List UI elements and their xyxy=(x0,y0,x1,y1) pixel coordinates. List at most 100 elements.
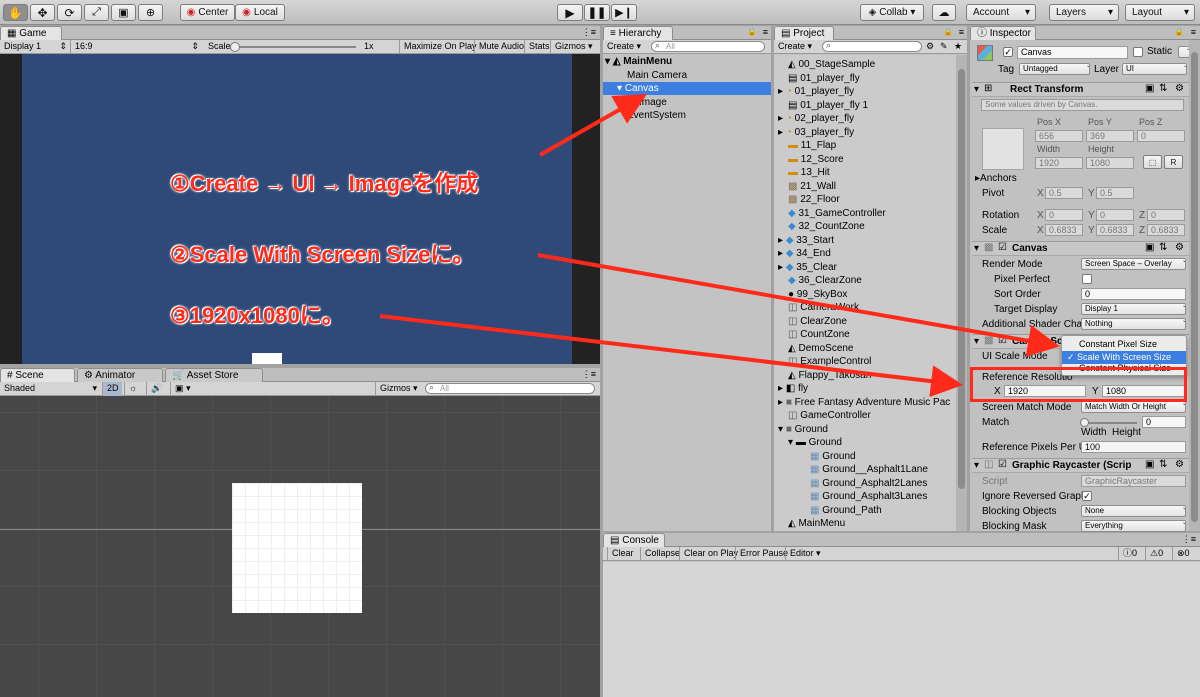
favorite-icon[interactable]: ★ xyxy=(954,41,962,52)
hierarchy-item-eventsystem[interactable]: EventSystem xyxy=(627,109,686,122)
shading-mode-dropdown[interactable]: Shaded ▾ xyxy=(0,382,100,396)
project-item[interactable]: ◭ 00_StageSample xyxy=(788,58,875,71)
2d-toggle[interactable]: 2D xyxy=(102,382,122,396)
pause-button[interactable]: ❚❚ xyxy=(584,4,610,21)
project-item[interactable]: ▬ 12_Score xyxy=(788,153,844,166)
raw-edit-button[interactable]: R xyxy=(1164,155,1183,169)
static-checkbox[interactable] xyxy=(1133,47,1143,57)
tab-scene[interactable]: # Scene xyxy=(0,368,75,382)
help-icon[interactable]: ▣ xyxy=(1145,242,1154,253)
project-item[interactable]: ▸ ◧ fly xyxy=(778,382,808,395)
settings-gear-icon[interactable]: ⚙ xyxy=(1175,242,1184,253)
aspect-select[interactable]: 16:9 ⇕ xyxy=(70,40,202,54)
panel-menu-icon[interactable]: ≡ xyxy=(1191,27,1196,37)
hierarchy-search-input[interactable]: All xyxy=(651,41,765,52)
option-constant-pixel-size[interactable]: Constant Pixel Size xyxy=(1062,338,1186,351)
project-item[interactable]: ▾ ▬ Ground xyxy=(788,436,842,449)
project-item[interactable]: ▦ Ground_Asphalt3Lanes xyxy=(810,490,927,503)
rect-transform-header[interactable]: ▾ ⊞ Rect Transform ▣ ⇅ ⚙ xyxy=(972,82,1190,97)
scale-slider-thumb[interactable] xyxy=(230,42,240,52)
match-slider-thumb[interactable] xyxy=(1080,418,1089,427)
project-item[interactable]: ▸ ◔ 03_player_fly xyxy=(778,126,854,139)
project-item[interactable]: ◆ 32_CountZone xyxy=(788,220,865,233)
pixel-perfect-checkbox[interactable] xyxy=(1082,274,1092,284)
object-name-field[interactable]: Canvas xyxy=(1017,46,1128,59)
blocking-mask-dropdown[interactable]: Everything xyxy=(1081,520,1186,532)
preset-icon[interactable]: ⇅ xyxy=(1159,83,1167,94)
scene-image-object[interactable] xyxy=(232,483,362,613)
console-collapse-toggle[interactable]: Collapse xyxy=(640,547,680,561)
hierarchy-item-main-camera[interactable]: Main Camera xyxy=(627,69,687,82)
sort-order-field[interactable]: 0 xyxy=(1081,288,1186,300)
tag-dropdown[interactable]: Untagged xyxy=(1019,63,1090,75)
project-create-dropdown[interactable]: Create ▾ xyxy=(774,40,818,54)
project-item[interactable]: ▸ ◆ 33_Start xyxy=(778,234,834,247)
help-icon[interactable]: ▣ xyxy=(1145,459,1154,470)
project-item[interactable]: ◫ ClearZone xyxy=(788,315,847,328)
pivot-center-button[interactable]: ◉ Center xyxy=(180,4,235,21)
enable-checkbox-icon[interactable]: ☑ xyxy=(998,459,1007,470)
effects-dropdown[interactable]: ▣ ▾ xyxy=(170,382,202,396)
project-item[interactable]: ◆ 31_GameController xyxy=(788,207,886,220)
project-item[interactable]: ◭ MainMenu xyxy=(788,517,845,530)
hierarchy-item-image[interactable]: Image xyxy=(639,96,667,109)
lock-icon[interactable]: 🔒 xyxy=(943,27,953,36)
move-tool-button[interactable]: ✥ xyxy=(30,4,55,21)
lock-icon[interactable]: 🔒 xyxy=(747,27,757,36)
match-value-field[interactable]: 0 xyxy=(1142,416,1186,428)
project-item[interactable]: ◫ CameraWork xyxy=(788,301,859,314)
transform-tool-button[interactable]: ⊕ xyxy=(138,4,163,21)
project-item[interactable]: ◫ ExampleControl xyxy=(788,355,871,368)
console-clear-button[interactable]: Clear xyxy=(607,547,635,561)
project-item[interactable]: ▸ ■ Free Fantasy Adventure Music Pac xyxy=(778,396,950,409)
hierarchy-item-canvas[interactable]: ▾ Canvas xyxy=(603,82,771,95)
project-item[interactable]: ▤ 01_player_fly xyxy=(788,72,860,85)
project-scrollbar[interactable] xyxy=(956,55,967,531)
rect-tool-button[interactable]: ▣ xyxy=(111,4,136,21)
panel-menu-icon[interactable]: ⋮≡ xyxy=(582,369,596,380)
hand-tool-button[interactable]: ✋ xyxy=(3,4,28,21)
target-display-dropdown[interactable]: Display 1 xyxy=(1081,303,1186,315)
project-item[interactable]: ◭ DemoScene xyxy=(788,342,854,355)
scene-viewport[interactable] xyxy=(0,396,600,697)
tab-animator[interactable]: ⚙ Animator xyxy=(77,368,163,382)
panel-menu-icon[interactable]: ≡ xyxy=(763,27,768,37)
scene-search-input[interactable]: All xyxy=(425,383,595,394)
project-item[interactable]: ◫ GameController xyxy=(788,409,871,422)
scale-tool-button[interactable]: ⤢ xyxy=(84,4,109,21)
project-item[interactable]: ▸ ◔ 01_player_fly xyxy=(778,85,854,98)
display-select[interactable]: Display 1 ⇕ xyxy=(0,40,70,54)
tab-hierarchy[interactable]: ≡ Hierarchy xyxy=(603,26,673,40)
project-item[interactable]: ▬ 11_Flap xyxy=(788,139,836,152)
console-error-toggle[interactable]: ⊗0 xyxy=(1172,547,1200,561)
hierarchy-create-dropdown[interactable]: Create ▾ xyxy=(603,40,647,54)
tab-console[interactable]: ▤ Console xyxy=(603,533,665,547)
project-item[interactable]: ▦ Ground__Asphalt1Lane xyxy=(810,463,928,476)
match-slider[interactable] xyxy=(1080,418,1137,427)
graphic-raycaster-header[interactable]: ▾ ◫ ☑ Graphic Raycaster (Scrip ▣ ⇅ ⚙ xyxy=(972,458,1190,473)
enable-checkbox-icon[interactable]: ☑ xyxy=(998,335,1007,346)
inspector-scrollbar[interactable] xyxy=(1189,40,1200,531)
tab-inspector[interactable]: ⓘ Inspector xyxy=(970,26,1036,40)
console-clear-on-play-toggle[interactable]: Clear on Play xyxy=(679,547,738,561)
ignore-reversed-checkbox[interactable]: ✓ xyxy=(1082,491,1092,501)
preset-icon[interactable]: ⇅ xyxy=(1159,459,1167,470)
project-item[interactable]: ▦ Ground_Asphalt2Lanes xyxy=(810,477,927,490)
play-button[interactable]: ▶ xyxy=(557,4,583,21)
project-item[interactable]: ▦ Ground_Path xyxy=(810,504,882,517)
tab-game[interactable]: ▦ Game xyxy=(0,26,62,40)
layers-button[interactable]: Layers ▾ xyxy=(1049,4,1119,21)
project-item[interactable]: ▬ 13_Hit xyxy=(788,166,830,179)
panel-menu-icon[interactable]: ≡ xyxy=(959,27,964,37)
account-button[interactable]: Account ▾ xyxy=(966,4,1036,21)
tab-project[interactable]: ▤ Project xyxy=(774,26,834,40)
cloud-button[interactable]: ☁ xyxy=(932,4,956,21)
project-item[interactable]: ▸ ◔ 02_player_fly xyxy=(778,112,854,125)
project-item[interactable]: ◭ Flappy_Takosan xyxy=(788,369,871,382)
project-item[interactable]: ◆ 36_ClearZone xyxy=(788,274,862,287)
render-mode-dropdown[interactable]: Screen Space – Overlay xyxy=(1081,258,1186,270)
scene-gizmos-dropdown[interactable]: Gizmos ▾ xyxy=(375,382,420,396)
gizmos-dropdown[interactable]: Gizmos ▾ xyxy=(550,40,600,54)
console-warning-toggle[interactable]: ⚠0 xyxy=(1145,547,1170,561)
active-checkbox[interactable]: ✓ xyxy=(1003,47,1013,57)
